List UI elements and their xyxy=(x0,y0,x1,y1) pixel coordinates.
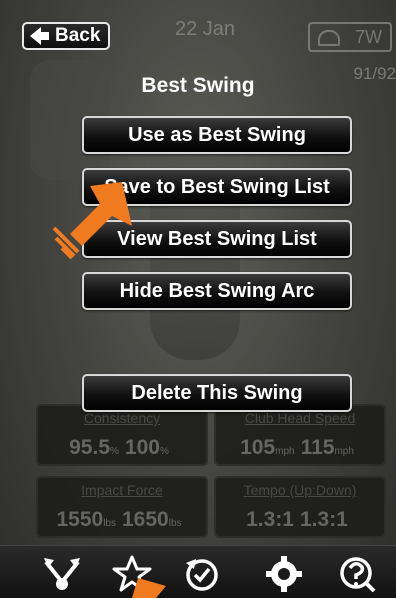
session-date: 22 Jan xyxy=(175,18,236,40)
app-screen: Back 22 Jan 7W 91/92 Best Swing Use as B… xyxy=(0,0,396,598)
stat-label: Impact Force xyxy=(81,482,163,498)
stat-values: 1.3:1 1.3:1 xyxy=(216,508,384,532)
use-as-best-swing-button[interactable]: Use as Best Swing xyxy=(82,116,352,154)
help-icon xyxy=(340,557,376,593)
stat-value: 1650 xyxy=(122,508,169,531)
stat-value: 1550 xyxy=(56,508,104,531)
club-label: 7W xyxy=(355,26,382,47)
stat-values: 95.5% 100% xyxy=(38,436,206,460)
stat-label: Club Head Speed xyxy=(244,410,356,426)
bottom-tab-bar xyxy=(0,545,396,598)
back-button[interactable]: Back xyxy=(22,22,110,50)
stat-unit: lbs xyxy=(168,518,182,529)
club-icon xyxy=(318,30,340,46)
back-arrow-stem xyxy=(41,32,49,40)
stat-value: 1.3:1 xyxy=(300,508,348,531)
stat-label: Tempo (Up:Down) xyxy=(243,482,357,498)
stat-value: 1.3:1 xyxy=(246,508,294,531)
stat-unit: lbs xyxy=(103,518,116,529)
orange-pointer-tab-icon xyxy=(132,578,166,598)
tab-help[interactable] xyxy=(336,554,380,594)
orange-pointer-arrow-icon xyxy=(52,182,132,260)
stat-unit: mph xyxy=(275,446,295,457)
stat-value: 100 xyxy=(124,436,160,459)
stat-unit: % xyxy=(159,446,169,457)
top-bar: Back 22 Jan 7W 91/92 xyxy=(0,0,396,83)
swing-compare-icon xyxy=(44,558,80,590)
stat-panel-impact-force: Impact Force 1550lbs 1650lbs xyxy=(36,476,208,538)
stat-value: 105 xyxy=(240,436,276,459)
gear-icon xyxy=(266,556,302,592)
stat-panel-tempo: Tempo (Up:Down) 1.3:1 1.3:1 xyxy=(214,476,386,538)
back-arrow-icon xyxy=(30,27,41,45)
stat-values: 105mph 115mph xyxy=(216,436,384,460)
stat-label: Consistency xyxy=(83,410,161,426)
menu-title: Best Swing xyxy=(141,74,255,97)
tab-history[interactable] xyxy=(180,554,224,594)
stat-unit: mph xyxy=(334,446,354,457)
history-icon xyxy=(186,559,218,591)
stat-panel-consistency: Consistency 95.5% 100% xyxy=(36,404,208,466)
stat-value: 115 xyxy=(300,436,335,459)
stat-values: 1550lbs 1650lbs xyxy=(38,508,206,532)
tab-settings[interactable] xyxy=(262,554,306,594)
stat-unit: % xyxy=(110,446,119,457)
hide-best-swing-arc-button[interactable]: Hide Best Swing Arc xyxy=(82,272,352,310)
back-button-label: Back xyxy=(55,25,101,46)
club-selector[interactable]: 7W xyxy=(308,22,392,52)
delete-this-swing-button[interactable]: Delete This Swing xyxy=(82,374,352,412)
stat-value: 95.5 xyxy=(69,436,110,459)
stat-panel-club-head-speed: Club Head Speed 105mph 115mph xyxy=(214,404,386,466)
tab-swing-compare[interactable] xyxy=(40,554,84,594)
